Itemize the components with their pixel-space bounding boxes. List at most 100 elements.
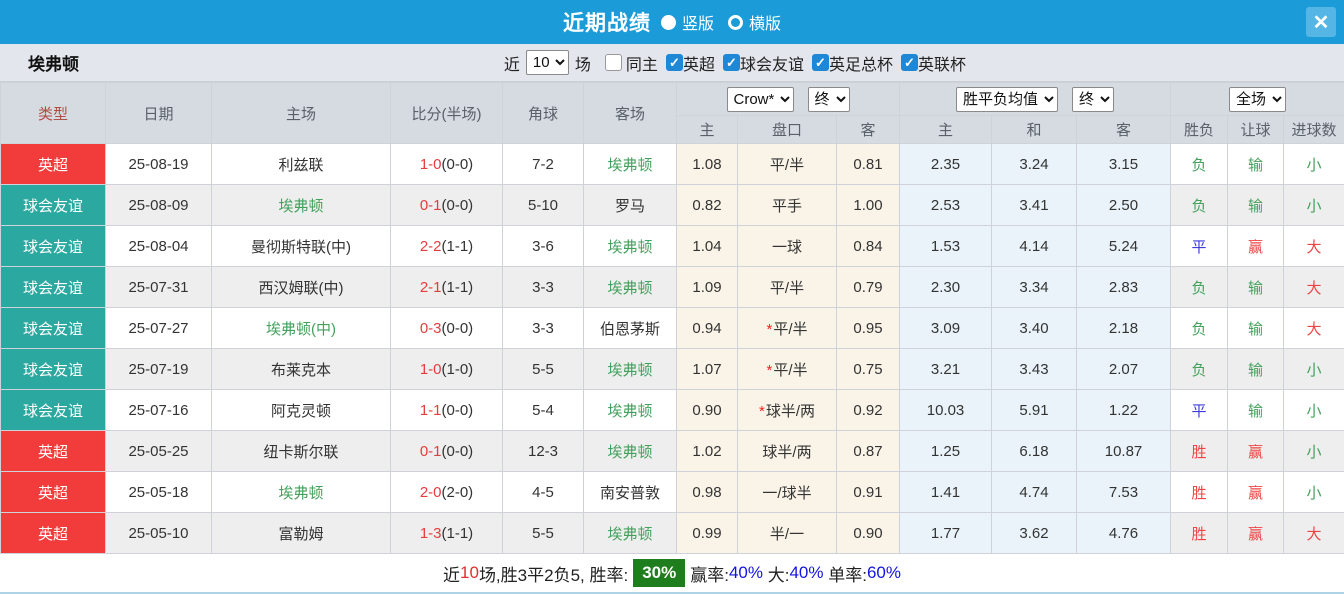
match-type-badge: 英超 [1, 513, 106, 554]
corners: 3-3 [503, 308, 584, 349]
europe-state-select[interactable]: 终 [1072, 87, 1114, 112]
fulltime-score: 2-0 [420, 484, 442, 501]
fulltime-score: 2-2 [420, 238, 442, 255]
handicap-line: 一/球半 [762, 485, 811, 502]
asian-home-odds: 0.90 [677, 390, 738, 431]
fulltime-score: 0-3 [420, 320, 442, 337]
handicap-result: 输 [1228, 308, 1284, 349]
euro-draw-odds: 3.34 [992, 267, 1077, 308]
home-team: 埃弗顿 [212, 472, 391, 513]
match-type-badge: 球会友谊 [1, 390, 106, 431]
handicap-line: 一球 [772, 239, 802, 256]
handicap-cell: *一球 [738, 226, 837, 267]
euro-draw-odds: 3.41 [992, 185, 1077, 226]
close-button[interactable]: ✕ [1306, 7, 1336, 37]
summary-segment: 大: [763, 561, 789, 586]
handicap-result: 输 [1228, 349, 1284, 390]
layout-radio-vertical[interactable]: 竖版 [661, 10, 714, 34]
fulltime-score: 1-0 [420, 361, 442, 378]
score-cell: 2-2(1-1) [391, 226, 503, 267]
asian-home-odds: 1.04 [677, 226, 738, 267]
home-team: 富勒姆 [212, 513, 391, 554]
scope-select[interactable]: 全场 [1229, 87, 1286, 112]
euro-away-odds: 4.76 [1077, 513, 1171, 554]
match-date: 25-08-09 [106, 185, 212, 226]
summary-segment: 赢率: [690, 561, 729, 586]
competition-checkbox[interactable]: ✓ [666, 54, 683, 71]
bookmaker-state-select[interactable]: 终 [808, 87, 850, 112]
subcol-handicap: 盘口 [738, 116, 837, 144]
asian-away-odds: 0.81 [837, 144, 900, 185]
home-team: 布莱克本 [212, 349, 391, 390]
asian-home-odds: 1.09 [677, 267, 738, 308]
goals-result: 大 [1284, 513, 1344, 554]
col-date: 日期 [106, 83, 212, 144]
page-title: 近期战绩 [563, 7, 651, 37]
match-type-badge: 英超 [1, 431, 106, 472]
handicap-result: 赢 [1228, 472, 1284, 513]
bookmaker-select[interactable]: Crow* [727, 87, 794, 112]
asian-away-odds: 0.79 [837, 267, 900, 308]
asian-away-odds: 0.95 [837, 308, 900, 349]
competition-checkbox[interactable]: ✓ [901, 54, 918, 71]
subcol-asian-home: 主 [677, 116, 738, 144]
result: 平 [1171, 390, 1228, 431]
asian-away-odds: 0.87 [837, 431, 900, 472]
layout-radio-horizontal[interactable]: 横版 [728, 10, 781, 34]
fulltime-score: 0-1 [420, 197, 442, 214]
asian-home-odds: 0.99 [677, 513, 738, 554]
goals-result: 小 [1284, 472, 1344, 513]
table-row: 球会友谊 25-07-19 布莱克本 1-0(1-0) 5-5 埃弗顿 1.07… [1, 349, 1344, 390]
corners: 5-4 [503, 390, 584, 431]
away-team: 罗马 [584, 185, 677, 226]
asian-odds-header: Crow* 终 [677, 83, 900, 116]
result: 胜 [1171, 431, 1228, 472]
handicap-line: 平手 [772, 198, 802, 215]
corners: 12-3 [503, 431, 584, 472]
subcol-euro-draw: 和 [992, 116, 1077, 144]
competition-label: 英足总杯 [829, 51, 893, 75]
halftime-score: (1-0) [442, 361, 474, 378]
handicap-cell: *球半/两 [738, 390, 837, 431]
handicap-cell: *平手 [738, 185, 837, 226]
corners: 5-10 [503, 185, 584, 226]
competition-filters: ✓英超✓球会友谊✓英足总杯✓英联杯 [658, 51, 966, 75]
euro-draw-odds: 3.40 [992, 308, 1077, 349]
filterbar: 埃弗顿 近 10 场 ✓ 同主 ✓英超✓球会友谊✓英足总杯✓英联杯 [0, 44, 1344, 82]
table-row: 球会友谊 25-08-04 曼彻斯特联(中) 2-2(1-1) 3-6 埃弗顿 … [1, 226, 1344, 267]
match-type-badge: 球会友谊 [1, 308, 106, 349]
result: 负 [1171, 144, 1228, 185]
goals-result: 大 [1284, 308, 1344, 349]
handicap-line: 球半/两 [762, 444, 811, 461]
halftime-score: (1-1) [442, 238, 474, 255]
summary-segment: 40% [729, 563, 763, 583]
asian-home-odds: 0.94 [677, 308, 738, 349]
summary-segment: 30% [633, 559, 685, 587]
summary-segment: 10 [460, 563, 479, 583]
europe-odds-select[interactable]: 胜平负均值 [956, 87, 1058, 112]
home-team: 西汉姆联(中) [212, 267, 391, 308]
competition-checkbox[interactable]: ✓ [812, 54, 829, 71]
euro-away-odds: 5.24 [1077, 226, 1171, 267]
euro-home-odds: 3.21 [900, 349, 992, 390]
same-home-checkbox[interactable]: ✓ [605, 54, 622, 71]
competition-label: 英超 [683, 51, 715, 75]
competition-checkbox[interactable]: ✓ [723, 54, 740, 71]
radio-icon[interactable] [728, 15, 743, 30]
euro-home-odds: 3.09 [900, 308, 992, 349]
asian-away-odds: 0.84 [837, 226, 900, 267]
filter-controls: 近 10 场 ✓ 同主 ✓英超✓球会友谊✓英足总杯✓英联杯 [498, 50, 966, 75]
handicap-star: * [766, 362, 772, 379]
radio-icon[interactable] [661, 15, 676, 30]
halftime-score: (2-0) [442, 484, 474, 501]
handicap-cell: *球半/两 [738, 431, 837, 472]
recent-count-select[interactable]: 10 [526, 50, 569, 75]
col-corners: 角球 [503, 83, 584, 144]
match-type-badge: 球会友谊 [1, 226, 106, 267]
euro-home-odds: 1.53 [900, 226, 992, 267]
corners: 5-5 [503, 513, 584, 554]
away-team: 埃弗顿 [584, 267, 677, 308]
fulltime-score: 2-1 [420, 279, 442, 296]
col-score: 比分(半场) [391, 83, 503, 144]
goals-result: 小 [1284, 185, 1344, 226]
